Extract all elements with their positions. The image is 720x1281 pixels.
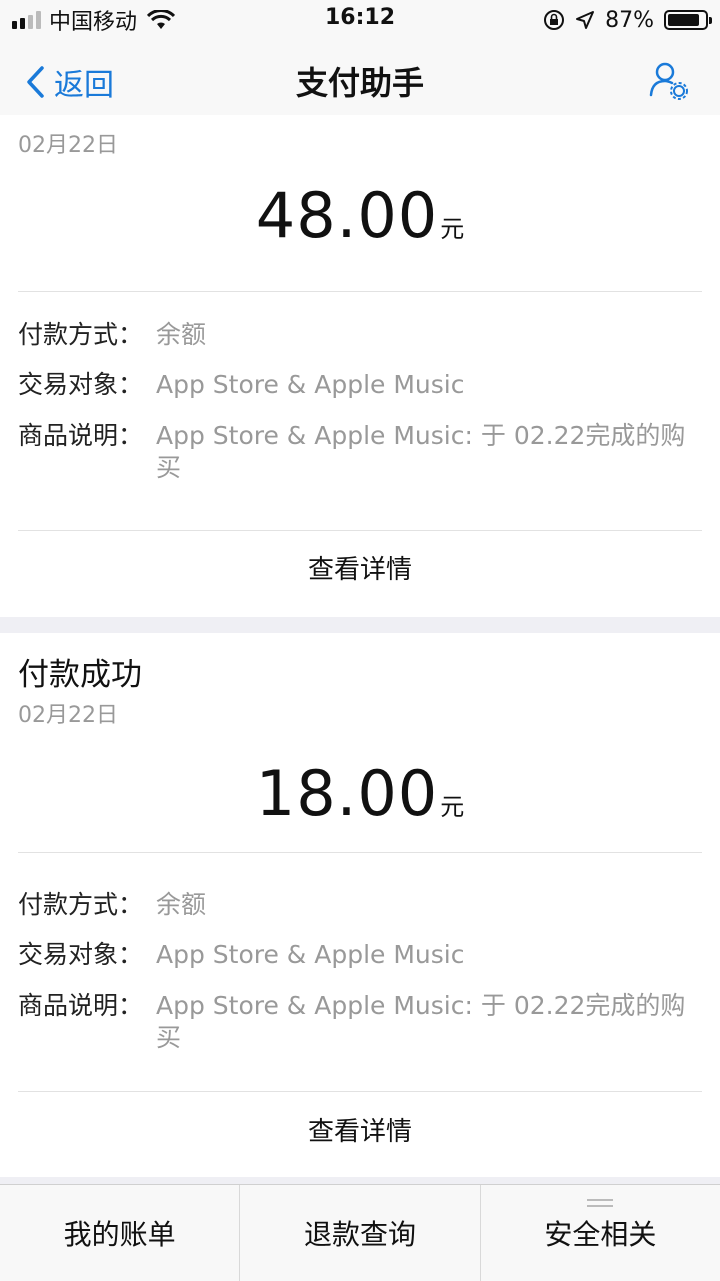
amount-value: 48.00 (255, 179, 439, 252)
row-value: App Store & Apple Music (156, 370, 465, 399)
counterparty-row: 交易对象： App Store & Apple Music (18, 369, 702, 401)
product-description-row: 商品说明： App Store & Apple Music: 于 02.22完成… (18, 990, 702, 1054)
bottom-menu-bar: 我的账单 退款查询 安全相关 (0, 1184, 720, 1281)
row-value: App Store & Apple Music (156, 940, 465, 969)
user-settings-icon[interactable] (648, 60, 690, 102)
amount: 18.00元 (0, 757, 720, 830)
divider (18, 852, 702, 853)
menu-handle-icon (587, 1199, 614, 1207)
payment-card: 02月22日 48.00元 付款方式： 余额 交易对象： App Store &… (0, 115, 720, 617)
row-label: 付款方式： (18, 320, 144, 349)
transaction-date: 02月22日 (18, 703, 118, 728)
row-label: 交易对象： (18, 370, 144, 399)
tab-my-bills[interactable]: 我的账单 (0, 1185, 239, 1281)
amount-value: 18.00 (255, 757, 439, 830)
row-label: 付款方式： (18, 890, 144, 919)
product-description-row: 商品说明： App Store & Apple Music: 于 02.22完成… (18, 420, 702, 484)
row-label: 商品说明： (18, 991, 144, 1020)
status-bar: 中国移动 16:12 87% (0, 0, 720, 40)
navigation-bar: 返回 支付助手 (0, 40, 720, 124)
payment-method-row: 付款方式： 余额 (18, 889, 702, 921)
view-details-button[interactable]: 查看详情 (0, 549, 720, 586)
amount-unit: 元 (440, 793, 465, 821)
transaction-title: 付款成功 (18, 657, 142, 693)
row-value: 余额 (156, 890, 207, 919)
view-details-button[interactable]: 查看详情 (0, 1111, 720, 1148)
battery-percentage: 87% (605, 7, 654, 33)
battery-icon (664, 10, 712, 30)
row-value: App Store & Apple Music: 于 02.22完成的购买 (156, 991, 686, 1052)
row-label: 交易对象： (18, 940, 144, 969)
transaction-date: 02月22日 (18, 133, 118, 158)
payment-card: 付款成功 02月22日 18.00元 付款方式： 余额 交易对象： App St… (0, 633, 720, 1177)
amount-unit: 元 (440, 215, 465, 243)
amount: 48.00元 (0, 179, 720, 252)
counterparty-row: 交易对象： App Store & Apple Music (18, 939, 702, 971)
divider (18, 291, 702, 292)
row-value: 余额 (156, 320, 207, 349)
location-arrow-icon (576, 11, 595, 29)
tab-refund-query[interactable]: 退款查询 (239, 1185, 479, 1281)
row-label: 商品说明： (18, 421, 144, 450)
tab-security[interactable]: 安全相关 (479, 1185, 720, 1281)
row-value: App Store & Apple Music: 于 02.22完成的购买 (156, 421, 686, 482)
payment-method-row: 付款方式： 余额 (18, 319, 702, 351)
tab-label: 安全相关 (544, 1218, 657, 1251)
divider (18, 1091, 702, 1092)
page-title: 支付助手 (295, 64, 424, 102)
divider (18, 530, 702, 531)
rotation-lock-icon (544, 10, 565, 30)
